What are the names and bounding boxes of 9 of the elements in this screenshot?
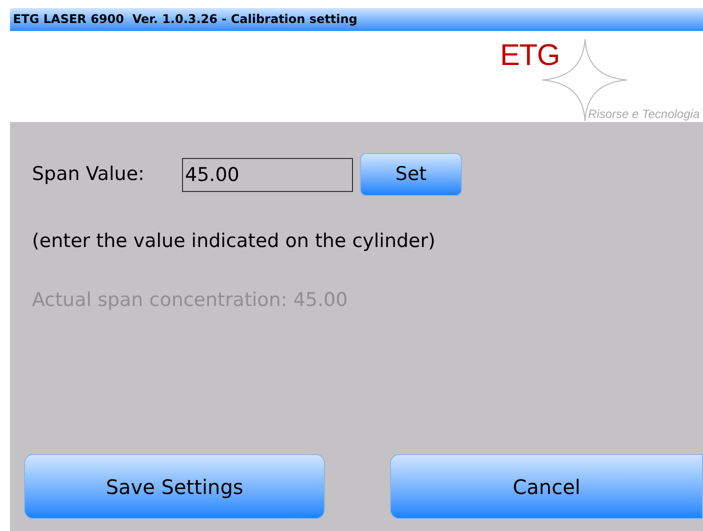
logo-tagline: Risorse e Tecnologia <box>588 106 700 123</box>
instruction-text: (enter the value indicated on the cylinder) <box>32 229 436 254</box>
set-button[interactable]: Set <box>360 153 462 196</box>
span-value-label: Span Value: <box>32 162 146 188</box>
save-settings-button[interactable]: Save Settings <box>24 454 326 519</box>
span-value-field[interactable]: 45.00 <box>182 158 353 192</box>
cancel-button[interactable]: Cancel <box>390 454 703 519</box>
window-title: ETG LASER 6900 Ver. 1.0.3.26 - Calibration setting <box>10 8 703 31</box>
logo-text: ETG <box>500 39 560 73</box>
